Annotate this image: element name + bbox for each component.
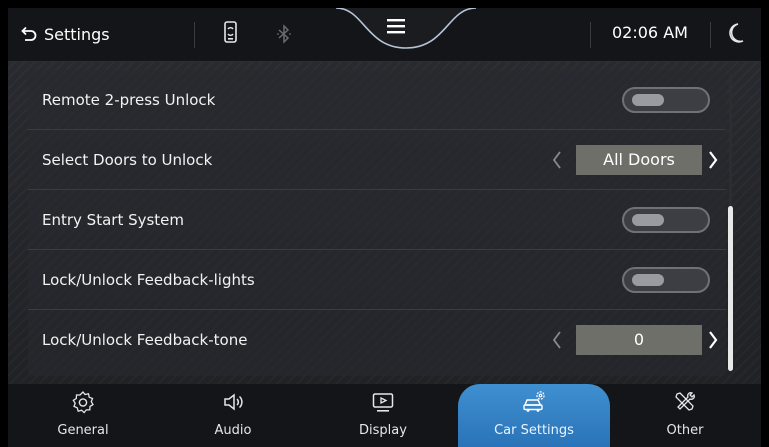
doors-value-display: All Doors (576, 145, 702, 175)
nav-car-settings[interactable]: Car Settings (458, 384, 610, 447)
setting-label: Remote 2-press Unlock (42, 91, 216, 109)
setting-row-select-doors-to-unlock: Select Doors to Unlock All Doors (28, 130, 726, 190)
top-bar: Settings 02:06 AM (8, 8, 761, 62)
phone-link-icon[interactable] (222, 20, 240, 46)
nav-audio[interactable]: Audio (158, 384, 308, 447)
feedback-lights-toggle[interactable] (622, 267, 710, 293)
clock: 02:06 AM (612, 23, 688, 42)
display-icon (372, 393, 394, 412)
tools-icon (675, 392, 695, 411)
moon-icon[interactable] (727, 22, 745, 44)
nav-label: General (57, 423, 109, 438)
nav-general[interactable]: General (8, 384, 158, 447)
chevron-left-icon[interactable] (550, 149, 564, 171)
back-label: Settings (44, 24, 110, 44)
setting-row-feedback-lights: Lock/Unlock Feedback-lights (28, 250, 726, 310)
chevron-left-icon[interactable] (550, 329, 564, 351)
toggle-knob (632, 214, 664, 226)
nav-other[interactable]: Other (610, 384, 761, 447)
car-settings-icon (523, 391, 545, 412)
toggle-knob (632, 94, 664, 106)
settings-screen: Settings 02:06 AM Remote 2-press Unlock … (8, 8, 761, 447)
remote-2-press-unlock-toggle[interactable] (622, 87, 710, 113)
setting-label: Select Doors to Unlock (42, 151, 213, 169)
setting-label: Lock/Unlock Feedback-lights (42, 271, 255, 289)
bottom-nav: General Audio Display Car Settings Other (8, 384, 761, 447)
setting-row-feedback-tone: Lock/Unlock Feedback-tone 0 (28, 310, 726, 370)
nav-label: Car Settings (494, 423, 574, 438)
settings-list: Remote 2-press Unlock Select Doors to Un… (28, 70, 726, 376)
back-button[interactable]: Settings (20, 21, 110, 47)
speaker-icon (224, 393, 243, 411)
setting-label: Entry Start System (42, 211, 185, 229)
gear-icon (72, 391, 94, 414)
chevron-right-icon[interactable] (706, 329, 720, 351)
chevron-right-icon[interactable] (706, 149, 720, 171)
nav-label: Audio (214, 423, 252, 438)
nav-label: Display (359, 423, 407, 438)
tone-value-display: 0 (576, 325, 702, 355)
entry-start-system-toggle[interactable] (622, 207, 710, 233)
toggle-knob (632, 274, 664, 286)
setting-row-entry-start-system: Entry Start System (28, 190, 726, 250)
divider (710, 22, 711, 48)
setting-row-remote-2-press-unlock: Remote 2-press Unlock (28, 70, 726, 130)
divider (194, 22, 195, 48)
nav-display[interactable]: Display (308, 384, 458, 447)
setting-label: Lock/Unlock Feedback-tone (42, 331, 248, 349)
bluetooth-icon[interactable] (276, 24, 292, 44)
scrollbar-thumb[interactable] (728, 206, 733, 371)
back-arrow-icon (21, 26, 37, 41)
menu-icon[interactable] (386, 17, 406, 35)
divider (590, 22, 591, 48)
nav-label: Other (666, 423, 704, 438)
menu-tab-frame (336, 8, 476, 49)
